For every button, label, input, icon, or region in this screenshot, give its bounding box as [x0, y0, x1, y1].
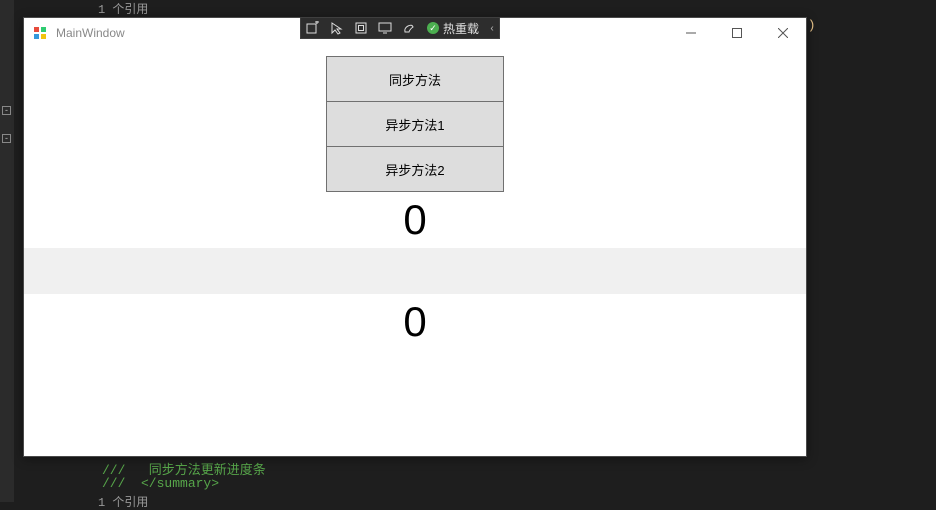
button-stack: 同步方法 异步方法1 异步方法2 [326, 56, 504, 192]
async-method-1-button[interactable]: 异步方法1 [326, 101, 504, 147]
hot-reload-label: 热重载 [443, 20, 479, 37]
window-controls [668, 18, 806, 48]
minimize-button[interactable] [668, 18, 714, 48]
counter-1: 0 [24, 196, 806, 244]
code-comment: /// </summary> [102, 476, 219, 491]
close-button[interactable] [760, 18, 806, 48]
toolbar-collapse-icon[interactable]: ‹ [485, 17, 499, 39]
debug-brush-icon[interactable] [397, 17, 421, 39]
fold-marker[interactable]: - [2, 134, 11, 143]
debug-toolbar: ✓ 热重载 ‹ [300, 17, 500, 39]
window-client-area: 同步方法 异步方法1 异步方法2 0 0 [24, 48, 806, 456]
code-lens-ref[interactable]: 1 个引用 [98, 0, 148, 17]
debug-add-icon[interactable] [301, 17, 325, 39]
window-title: MainWindow [56, 26, 125, 40]
async-method-2-button[interactable]: 异步方法2 [326, 146, 504, 192]
progress-track [24, 248, 806, 294]
counter-2: 0 [24, 298, 806, 346]
debug-select-icon[interactable] [325, 17, 349, 39]
main-window: MainWindow 同步方法 异步方法1 异步方法2 0 [23, 17, 807, 457]
sync-method-button[interactable]: 同步方法 [326, 56, 504, 102]
debug-display-icon[interactable] [373, 17, 397, 39]
editor-gutter: - - [0, 0, 14, 502]
app-icon [32, 25, 48, 41]
maximize-button[interactable] [714, 18, 760, 48]
debug-layout-icon[interactable] [349, 17, 373, 39]
check-icon: ✓ [427, 22, 439, 34]
button-label: 同步方法 [389, 70, 441, 89]
button-label: 异步方法2 [385, 160, 444, 179]
fold-marker[interactable]: - [2, 106, 11, 115]
hot-reload-button[interactable]: ✓ 热重载 [421, 17, 485, 39]
button-label: 异步方法1 [385, 115, 444, 134]
